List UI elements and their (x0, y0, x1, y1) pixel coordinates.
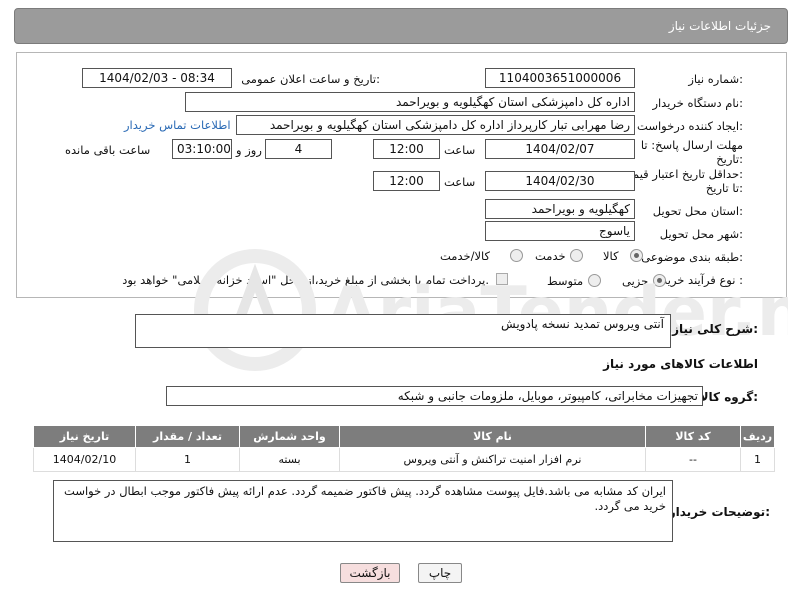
cell-unit: بسته (239, 447, 340, 472)
buyer-notes-label: توضیحات خریدار: (668, 505, 770, 519)
description-text: آنتی ویروس تمدید نسخه پادویش (501, 317, 664, 331)
col-name: نام کالا (339, 425, 646, 448)
time-remaining-label: ساعت باقی مانده (65, 143, 151, 157)
validity-time-label: ساعت (444, 175, 476, 189)
page-title: جزئیات اطلاعات نیاز (668, 19, 771, 33)
table-row[interactable]: 1 -- نرم افزار امنیت تراکنش و آنتی ویروس… (33, 447, 775, 472)
deadline-date-field[interactable]: 1404/02/07 (485, 139, 635, 159)
category-label: طبقه بندی موضوعی: (641, 250, 743, 264)
province-field[interactable]: کهگیلویه و بویراحمد (485, 199, 635, 219)
description-textarea[interactable]: آنتی ویروس تمدید نسخه پادویش (135, 314, 671, 348)
cell-row: 1 (740, 447, 775, 472)
deadline-label-date: تاریخ: (716, 152, 743, 166)
cell-name: نرم افزار امنیت تراکنش و آنتی ویروس (339, 447, 646, 472)
print-button[interactable]: چاپ (418, 563, 462, 583)
back-button[interactable]: بازگشت (340, 563, 400, 583)
goods-table-header: ردیف کد کالا نام کالا واحد شمارش تعداد /… (33, 425, 775, 448)
buyer-org-field[interactable]: اداره کل دامپزشکی استان کهگیلویه و بویرا… (185, 92, 635, 112)
process-minor-radio[interactable] (653, 274, 666, 287)
time-remaining-field[interactable]: 03:10:00 (172, 139, 232, 159)
cell-date: 1404/02/10 (33, 447, 136, 472)
creator-field[interactable]: رضا مهرابی تبار کارپرداز اداره کل دامپزش… (236, 115, 635, 135)
need-number-label: شماره نیاز: (688, 72, 743, 86)
col-row: ردیف (740, 425, 775, 448)
page-header: جزئیات اطلاعات نیاز (14, 8, 788, 44)
col-date: تاریخ نیاز (33, 425, 136, 448)
validity-label-date: تا تاریخ: (705, 181, 743, 195)
goods-group-label: گروه کالا: (699, 390, 758, 404)
process-minor-label: جزیی (622, 274, 649, 288)
category-goods-service-radio[interactable] (510, 249, 523, 262)
category-service-label: خدمت (535, 249, 566, 263)
city-label: شهر محل تحویل: (659, 227, 743, 241)
buyer-notes-textarea[interactable]: ایران کد مشابه می باشد.فایل پیوست مشاهده… (53, 480, 673, 542)
announce-datetime-field[interactable]: 1404/02/03 - 08:34 (82, 68, 232, 88)
treasury-payment-note: پرداخت تمام یا بخشی از مبلغ خرید،از محل … (122, 273, 489, 287)
process-type-label: نوع فرآیند خرید : (661, 273, 743, 287)
buyer-notes-text: ایران کد مشابه می باشد.فایل پیوست مشاهده… (64, 484, 666, 513)
description-label: شرح کلی نیاز: (672, 322, 758, 336)
process-medium-label: متوسط (547, 274, 584, 288)
days-label: روز و (236, 143, 262, 157)
city-field[interactable]: یاسوج (485, 221, 635, 241)
contact-buyer-link[interactable]: اطلاعات تماس خریدار (124, 118, 231, 132)
validity-label: حداقل تاریخ اعتبار قیمت: (621, 167, 743, 181)
cell-qty: 1 (135, 447, 240, 472)
process-medium-radio[interactable] (588, 274, 601, 287)
treasury-payment-checkbox[interactable] (496, 273, 508, 285)
deadline-time-label: ساعت (444, 143, 476, 157)
validity-time-field[interactable]: 12:00 (373, 171, 440, 191)
validity-date-field[interactable]: 1404/02/30 (485, 171, 635, 191)
deadline-label: مهلت ارسال پاسخ: تا (640, 138, 743, 152)
category-service-radio[interactable] (570, 249, 583, 262)
category-goods-service-label: کالا/خدمت (440, 249, 491, 263)
creator-label: ایجاد کننده درخواست: (637, 119, 743, 133)
province-label: استان محل تحویل: (652, 204, 743, 218)
goods-section-title: اطلاعات کالاهای مورد نیاز (603, 357, 758, 371)
need-number-field[interactable]: 1104003651000006 (485, 68, 635, 88)
col-unit: واحد شمارش (239, 425, 340, 448)
goods-table: ردیف کد کالا نام کالا واحد شمارش تعداد /… (33, 425, 775, 472)
col-qty: تعداد / مقدار (135, 425, 240, 448)
announce-datetime-label: تاریخ و ساعت اعلان عمومی: (241, 72, 380, 86)
deadline-time-field[interactable]: 12:00 (373, 139, 440, 159)
buyer-org-label: نام دستگاه خریدار: (652, 96, 743, 110)
days-remaining-field[interactable]: 4 (265, 139, 332, 159)
cell-code: -- (645, 447, 741, 472)
col-code: کد کالا (645, 425, 741, 448)
category-goods-radio[interactable] (630, 249, 643, 262)
category-goods-label: کالا (603, 249, 619, 263)
goods-group-field[interactable]: تجهیزات مخابراتی، کامپیوتر، موبایل، ملزو… (166, 386, 703, 406)
